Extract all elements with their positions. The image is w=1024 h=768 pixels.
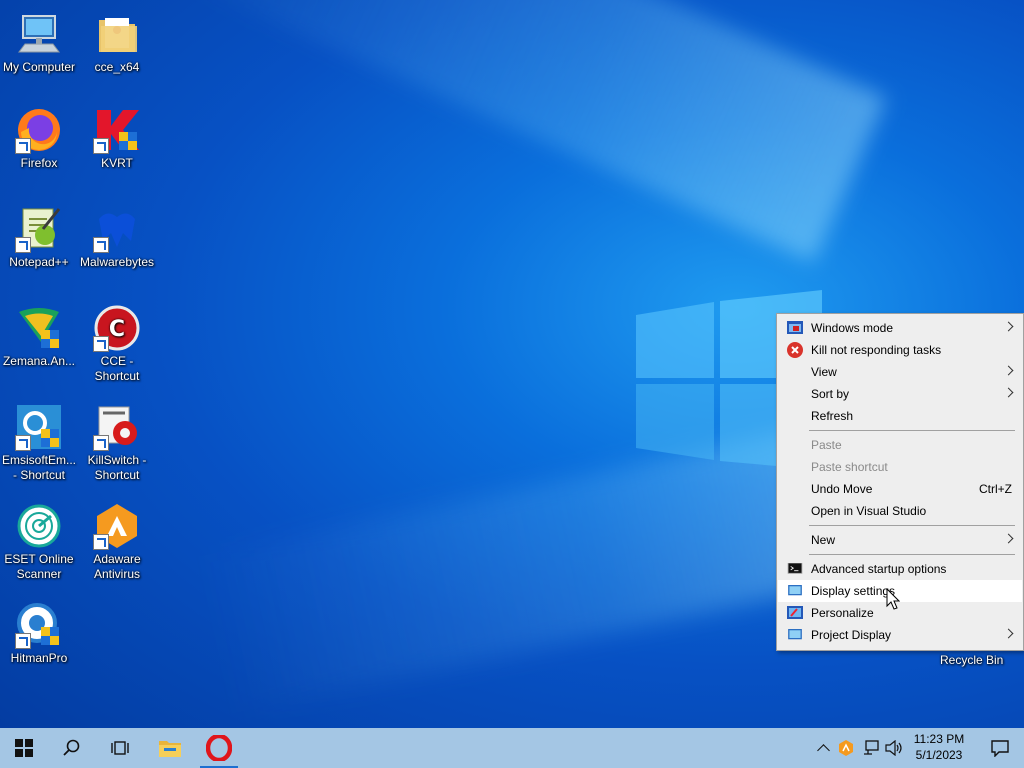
menu-separator xyxy=(809,525,1015,526)
desktop-icon-zemana[interactable]: Zemana.An... xyxy=(0,304,78,369)
desktop-icon-my-computer[interactable]: My Computer xyxy=(0,10,78,75)
search-button[interactable] xyxy=(48,728,96,768)
notepad-plus-plus-icon xyxy=(15,205,63,253)
firefox-icon xyxy=(15,106,63,154)
chevron-up-icon xyxy=(816,744,830,757)
taskbar-opera[interactable] xyxy=(198,728,240,768)
folder-icon xyxy=(93,10,141,58)
menu-item-undo-move[interactable]: Undo Move Ctrl+Z xyxy=(778,478,1022,500)
menu-item-advanced-startup[interactable]: Advanced startup options xyxy=(778,558,1022,580)
menu-item-refresh[interactable]: Refresh xyxy=(778,405,1022,427)
menu-item-kill-not-responding[interactable]: Kill not responding tasks xyxy=(778,339,1022,361)
computer-icon xyxy=(15,10,63,58)
adaware-icon xyxy=(93,502,141,550)
menu-item-paste: Paste xyxy=(811,438,842,452)
search-icon xyxy=(63,739,80,756)
show-hidden-icons-button[interactable] xyxy=(812,728,834,768)
personalize-icon xyxy=(787,606,803,619)
menu-item-display-settings[interactable]: Display settings xyxy=(778,580,1022,602)
menu-item-sort-by[interactable]: Sort by xyxy=(778,383,1022,405)
file-explorer-icon xyxy=(159,741,181,757)
shortcut-arrow-icon xyxy=(15,435,31,451)
opera-icon xyxy=(206,735,232,761)
zemana-icon xyxy=(15,304,63,352)
desktop-icon-cce-shortcut[interactable]: C CCE - Shortcut xyxy=(78,304,156,384)
chevron-right-icon xyxy=(1003,387,1014,398)
shortcut-arrow-icon xyxy=(93,237,109,253)
menu-item-open-in-visual-studio[interactable]: Open in Visual Studio xyxy=(778,500,1022,522)
clock-date: 5/1/2023 xyxy=(915,748,963,762)
desktop-icon-hitmanpro[interactable]: HitmanPro xyxy=(0,601,78,666)
taskbar-clock[interactable]: 11:23 PM 5/1/2023 xyxy=(904,731,974,763)
eset-scanner-icon xyxy=(15,502,63,550)
network-icon xyxy=(864,740,879,755)
clock-time: 11:23 PM xyxy=(913,732,965,746)
wallpaper-light-beam xyxy=(173,0,887,263)
shortcut-arrow-icon xyxy=(93,138,109,154)
tray-volume[interactable] xyxy=(883,728,905,768)
mouse-cursor-icon xyxy=(886,588,900,610)
task-view-button[interactable] xyxy=(96,728,144,768)
adaware-tray-icon xyxy=(839,740,853,756)
menu-item-view[interactable]: View xyxy=(778,361,1022,383)
desktop-icon-cce-x64[interactable]: cce_x64 xyxy=(78,10,156,75)
display-icon xyxy=(788,585,802,596)
menu-item-new[interactable]: New xyxy=(778,529,1022,551)
project-display-icon xyxy=(788,629,802,640)
shortcut-arrow-icon xyxy=(15,237,31,253)
desktop-icon-killswitch[interactable]: KillSwitch - Shortcut xyxy=(78,403,156,483)
menu-separator xyxy=(809,554,1015,555)
red-x-icon xyxy=(787,342,803,358)
taskbar-file-explorer[interactable] xyxy=(146,728,194,768)
desktop-icon-kvrt[interactable]: KVRT xyxy=(78,106,156,171)
taskbar: 11:23 PM 5/1/2023 xyxy=(0,728,1024,768)
desktop-icon-emsisoft[interactable]: EmsisoftEm... - Shortcut xyxy=(0,403,78,483)
chevron-right-icon xyxy=(1003,321,1014,332)
task-view-icon xyxy=(111,741,129,755)
comodo-cleaning-icon: C xyxy=(93,304,141,352)
emsisoft-icon xyxy=(15,403,63,451)
desktop-icon-eset-online-scanner[interactable]: ESET Online Scanner xyxy=(0,502,78,582)
menu-item-project-display[interactable]: Project Display xyxy=(778,624,1022,646)
shortcut-arrow-icon xyxy=(15,138,31,154)
chevron-right-icon xyxy=(1003,365,1014,376)
desktop-icon-recycle-bin-label[interactable]: Recycle Bin xyxy=(940,653,1003,667)
menu-item-paste-shortcut: Paste shortcut xyxy=(811,460,888,474)
menu-item-windows-mode[interactable]: Windows mode xyxy=(778,317,1022,339)
chevron-right-icon xyxy=(1003,533,1014,544)
tray-network[interactable] xyxy=(860,728,882,768)
shortcut-arrow-icon xyxy=(93,435,109,451)
cmd-icon xyxy=(787,563,803,574)
shortcut-arrow-icon xyxy=(93,336,109,352)
tray-adaware[interactable] xyxy=(836,728,856,768)
undo-accelerator: Ctrl+Z xyxy=(979,482,1012,496)
desktop-icon-firefox[interactable]: Firefox xyxy=(0,106,78,171)
desktop-icon-adaware[interactable]: Adaware Antivirus xyxy=(78,502,156,582)
svg-text:C: C xyxy=(109,317,125,342)
killswitch-icon xyxy=(93,403,141,451)
malwarebytes-icon xyxy=(93,205,141,253)
window-mode-icon xyxy=(787,321,803,334)
desktop-icon-notepad-plus-plus[interactable]: Notepad++ xyxy=(0,205,78,270)
shortcut-arrow-icon xyxy=(15,633,31,649)
start-button[interactable] xyxy=(0,728,48,768)
hitmanpro-icon xyxy=(15,601,63,649)
menu-separator xyxy=(809,430,1015,431)
chevron-right-icon xyxy=(1003,628,1014,639)
windows-start-icon xyxy=(15,739,33,757)
shortcut-arrow-icon xyxy=(93,534,109,550)
notification-icon xyxy=(991,740,1009,757)
menu-item-personalize[interactable]: Personalize xyxy=(778,602,1022,624)
desktop-context-menu: Windows mode Kill not responding tasks V… xyxy=(776,313,1024,651)
desktop-icon-malwarebytes[interactable]: Malwarebytes xyxy=(78,205,156,270)
volume-icon xyxy=(885,740,902,756)
action-center-button[interactable] xyxy=(978,728,1022,768)
kaspersky-icon xyxy=(93,106,141,154)
